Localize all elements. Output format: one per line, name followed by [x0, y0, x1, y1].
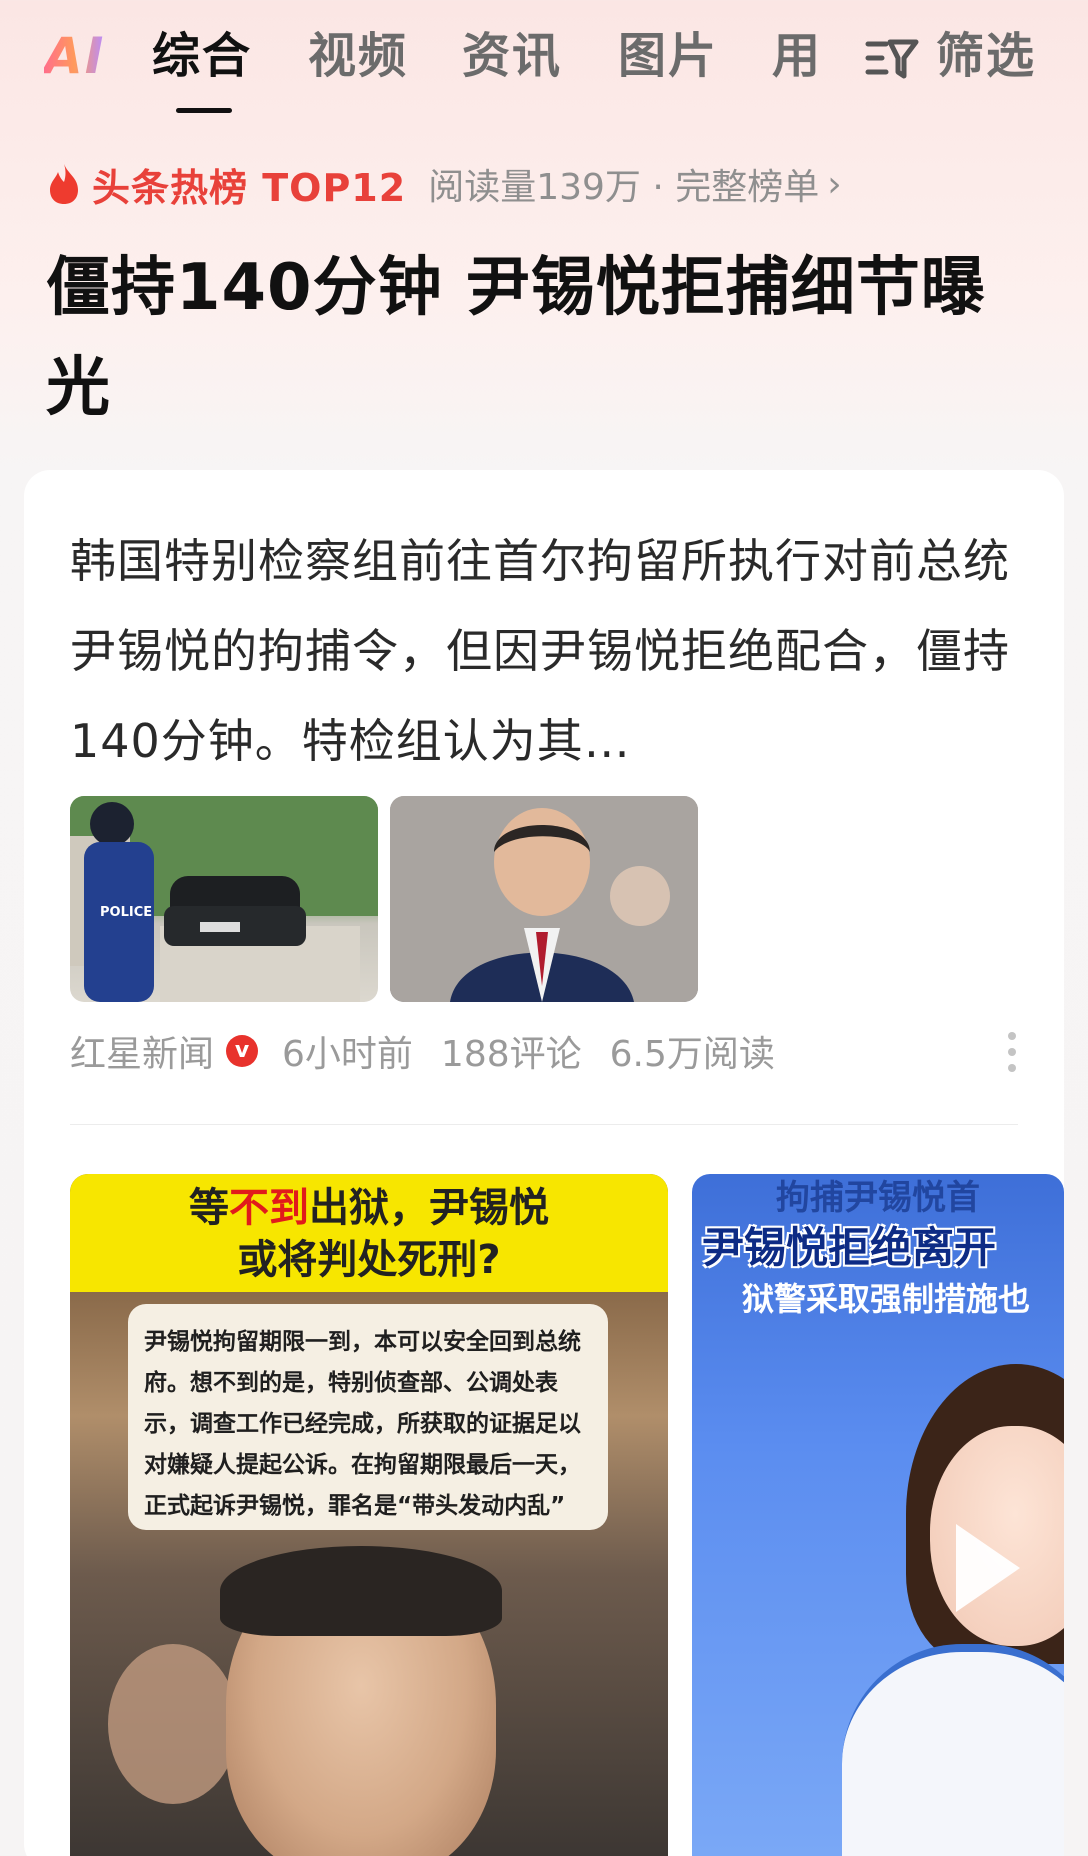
anchor-body — [842, 1644, 1064, 1856]
hot-list-stats[interactable]: 阅读量139万 · 完整榜单 — [428, 158, 819, 210]
page-title[interactable]: 僵持140分钟 尹锡悦拒捕细节曝光 — [46, 238, 1036, 438]
filter-icon[interactable] — [864, 36, 920, 82]
publish-time: 6小时前 — [282, 1034, 413, 1075]
tab-news[interactable]: 资讯 — [462, 26, 562, 86]
source-name[interactable]: 红星新闻 — [70, 1025, 214, 1077]
play-icon[interactable] — [956, 1524, 1020, 1612]
video-title-top: 拘捕尹锡悦首 — [776, 1178, 980, 1218]
active-tab-indicator — [176, 108, 232, 113]
image-quote-box: 尹锡悦拘留期限一到，本可以安全回到总统府。想不到的是，特别侦查部、公调处表示，调… — [128, 1304, 608, 1530]
svg-text:POLICE: POLICE — [100, 905, 152, 920]
person-hair — [220, 1546, 502, 1636]
video-result-thumbnail[interactable]: 拘捕尹锡悦首 尹锡悦拒绝离开 狱警采取强制措施也 — [692, 1174, 1064, 1856]
image-result-yellow-banner[interactable]: 等不到出狱，尹锡悦 或将判处死刑? 尹锡悦拘留期限一到，本可以安全回到总统府。想… — [70, 1174, 668, 1856]
article-thumbnail-police-car[interactable]: POLICE — [70, 796, 378, 1002]
hot-list-row[interactable]: 头条热榜 TOP12 阅读量139万 · 完整榜单 › — [44, 158, 842, 210]
comment-count[interactable]: 188评论 — [441, 1025, 582, 1077]
tab-video[interactable]: 视频 — [308, 26, 408, 86]
tab-more-cutoff[interactable]: 用 — [772, 26, 822, 86]
video-title-main: 尹锡悦拒绝离开 — [702, 1223, 997, 1272]
tab-ai[interactable]: AI — [44, 26, 105, 86]
chevron-right-icon[interactable]: › — [827, 164, 841, 205]
tab-images[interactable]: 图片 — [618, 26, 718, 86]
video-title-sub: 狱警采取强制措施也 — [742, 1280, 1031, 1318]
hot-list-label: 头条热榜 TOP12 — [92, 165, 407, 210]
filter-button[interactable]: 筛选 — [936, 26, 1036, 86]
article-meta: 红星新闻 v 6小时前 188评论 6.5万阅读 — [70, 1026, 775, 1076]
flame-icon — [50, 164, 78, 204]
divider — [70, 1124, 1018, 1125]
image-banner: 等不到出狱，尹锡悦 或将判处死刑? — [70, 1174, 668, 1292]
article-summary[interactable]: 韩国特别检察组前往首尔拘留所执行对前总统尹锡悦的拘捕令，但因尹锡悦拒绝配合，僵持… — [70, 516, 1030, 786]
article-thumbnail-portrait[interactable] — [390, 796, 698, 1002]
read-count: 6.5万阅读 — [609, 1034, 775, 1075]
verified-icon: v — [226, 1035, 259, 1067]
tab-comprehensive[interactable]: 综合 — [152, 26, 252, 86]
more-icon[interactable] — [1006, 1030, 1018, 1074]
background-person — [108, 1644, 238, 1804]
top-tab-bar: AI 综合 视频 资讯 图片 用 筛选 — [0, 0, 1088, 120]
